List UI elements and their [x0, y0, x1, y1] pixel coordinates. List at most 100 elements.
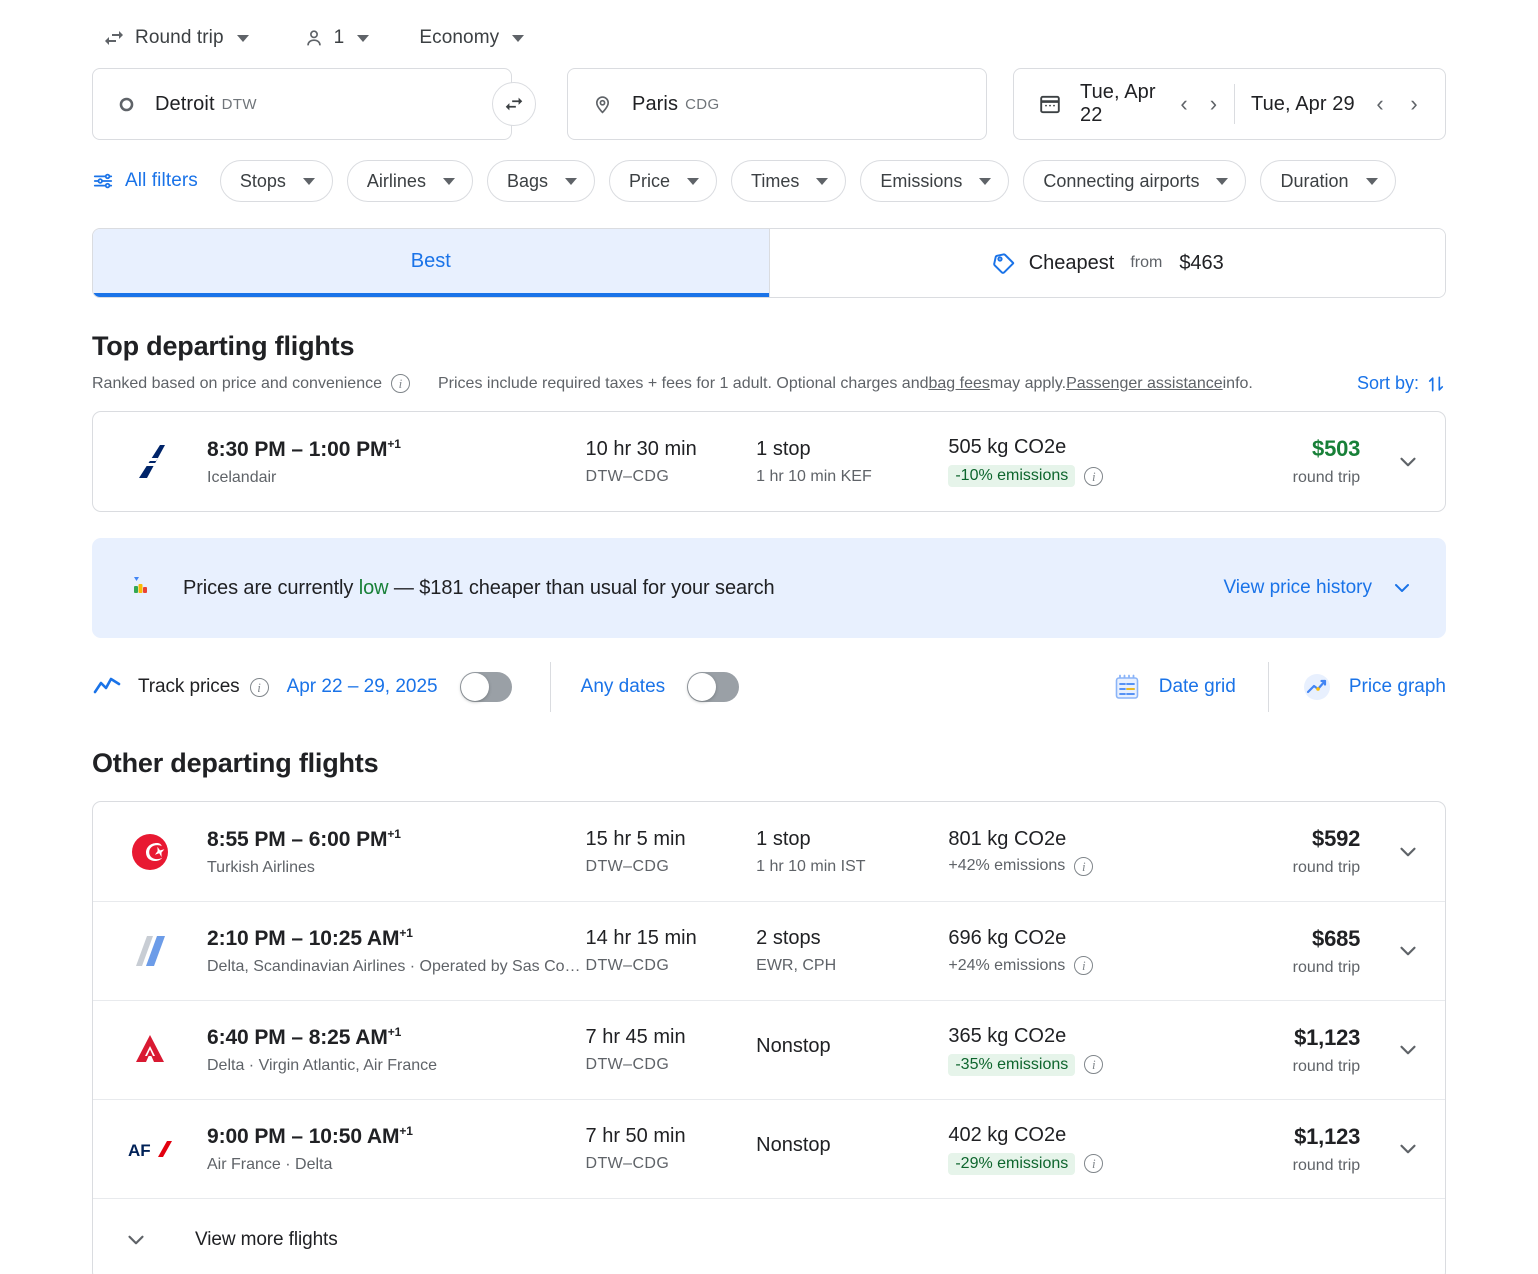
flight-price: $1,123 [1184, 1124, 1361, 1150]
track-prices-toggle[interactable] [460, 672, 512, 702]
track-prices-row: Track prices i Apr 22 – 29, 2025 Any dat… [92, 644, 1446, 730]
cabin-class-selector[interactable]: Economy [409, 18, 534, 58]
other-departing-flights-title: Other departing flights [92, 748, 1446, 779]
banner-text-after: — $181 cheaper than usual for your searc… [388, 577, 774, 599]
flight-duration: 15 hr 5 min [586, 828, 757, 851]
expand-flight-button[interactable] [1360, 839, 1421, 865]
person-icon [303, 27, 325, 49]
flight-stops-block: 1 stop 1 hr 10 min KEF [756, 438, 948, 486]
flight-co2: 801 kg CO2e [948, 828, 1183, 851]
filter-chip-times[interactable]: Times [731, 160, 846, 202]
chevron-down-icon [1390, 576, 1414, 600]
price-insight-banner: Prices are currently low — $181 cheaper … [92, 538, 1446, 638]
flight-times-block: 6:40 PM – 8:25 AM+1 Delta · Virgin Atlan… [207, 1025, 586, 1075]
flight-times: 9:00 PM – 10:50 AM [207, 1125, 399, 1148]
filter-chip-stops[interactable]: Stops [220, 160, 333, 202]
info-icon[interactable]: i [391, 374, 410, 393]
view-more-flights-button[interactable]: View more flights [93, 1198, 1445, 1274]
origin-city: Detroit [155, 93, 215, 116]
top-flights-card: 8:30 PM – 1:00 PM+1 Icelandair 10 hr 30 … [92, 411, 1446, 512]
flight-row[interactable]: AF 9:00 PM – 10:50 AM+1 Air France · Del… [93, 1099, 1445, 1198]
flight-times-block: 8:55 PM – 6:00 PM+1 Turkish Airlines [207, 827, 586, 877]
price-graph-button[interactable]: Price graph [1301, 671, 1446, 703]
destination-input[interactable]: Paris CDG [567, 68, 987, 140]
flight-row[interactable]: 8:55 PM – 6:00 PM+1 Turkish Airlines 15 … [93, 802, 1445, 901]
tab-best[interactable]: Best [93, 229, 769, 297]
circle-origin-icon [117, 95, 136, 114]
any-dates-label[interactable]: Any dates [581, 676, 666, 698]
flight-stops: Nonstop [756, 1134, 948, 1157]
track-prices-label: Track prices [138, 676, 240, 698]
bag-fees-link[interactable]: bag fees [929, 375, 990, 393]
price-graph-label: Price graph [1349, 676, 1446, 698]
departure-date: Tue, Apr 22 [1080, 81, 1169, 127]
info-icon[interactable]: i [1084, 467, 1103, 486]
return-date-segment[interactable]: Tue, Apr 29 ‹ › [1241, 87, 1431, 121]
flight-airline: Turkish Airlines [207, 859, 586, 877]
info-icon[interactable]: i [250, 678, 269, 697]
passenger-assistance-link[interactable]: Passenger assistance [1066, 375, 1223, 393]
filter-chip-connecting-airports[interactable]: Connecting airports [1023, 160, 1246, 202]
view-price-history-label: View price history [1223, 577, 1372, 599]
trip-type-selector[interactable]: Round trip [92, 18, 259, 58]
flight-route: DTW–CDG [586, 858, 757, 876]
ranked-note: Ranked based on price and convenience [92, 375, 382, 393]
info-icon[interactable]: i [1084, 1154, 1103, 1173]
track-prices-dates[interactable]: Apr 22 – 29, 2025 [287, 676, 438, 698]
flight-price-note: round trip [1184, 1058, 1361, 1076]
return-next-day-button[interactable]: › [1397, 87, 1431, 121]
location-pin-icon [592, 94, 613, 115]
flight-row[interactable]: 2:10 PM – 10:25 AM+1 Delta, Scandinavian… [93, 901, 1445, 1000]
any-dates-toggle[interactable] [687, 672, 739, 702]
flight-times-block: 9:00 PM – 10:50 AM+1 Air France · Delta [207, 1124, 586, 1174]
date-grid-button[interactable]: Date grid [1111, 671, 1236, 703]
chevron-down-icon [1395, 1136, 1421, 1162]
all-filters-button[interactable]: All filters [92, 170, 206, 192]
filter-chip-row: All filters Stops Airlines Bags Price Ti… [92, 160, 1446, 202]
flight-price-note: round trip [1184, 469, 1361, 487]
flight-price: $592 [1184, 826, 1361, 852]
flight-row[interactable]: 6:40 PM – 8:25 AM+1 Delta · Virgin Atlan… [93, 1000, 1445, 1099]
swap-locations-button[interactable] [492, 82, 536, 126]
filter-chip-label: Bags [507, 171, 548, 192]
filter-chip-emissions[interactable]: Emissions [860, 160, 1009, 202]
info-icon[interactable]: i [1084, 1055, 1103, 1074]
sort-by-button[interactable]: Sort by: [1357, 373, 1446, 394]
passenger-selector[interactable]: 1 [293, 18, 380, 58]
flight-emissions-block: 696 kg CO2e +24% emissions i [948, 927, 1183, 975]
all-filters-label: All filters [125, 170, 198, 192]
info-icon[interactable]: i [1074, 956, 1093, 975]
flight-duration: 7 hr 50 min [586, 1125, 757, 1148]
info-icon[interactable]: i [1074, 857, 1093, 876]
filter-chip-price[interactable]: Price [609, 160, 717, 202]
passenger-count: 1 [334, 27, 345, 49]
view-price-history-button[interactable]: View price history [1223, 576, 1414, 600]
flight-price-note: round trip [1184, 959, 1361, 977]
toggle-knob [688, 673, 716, 701]
chevron-down-icon [687, 178, 699, 185]
tab-cheapest[interactable]: Cheapest from $463 [770, 229, 1446, 297]
flight-emissions-badge: -29% emissions [948, 1153, 1075, 1175]
filter-chip-bags[interactable]: Bags [487, 160, 595, 202]
toggle-knob [461, 673, 489, 701]
filter-chip-airlines[interactable]: Airlines [347, 160, 473, 202]
origin-input[interactable]: Detroit DTW [92, 68, 512, 140]
flight-row[interactable]: 8:30 PM – 1:00 PM+1 Icelandair 10 hr 30 … [93, 412, 1445, 511]
filter-chip-label: Connecting airports [1043, 171, 1199, 192]
flight-stops-block: Nonstop [756, 1035, 948, 1065]
filter-chip-duration[interactable]: Duration [1260, 160, 1395, 202]
expand-flight-button[interactable] [1360, 449, 1421, 475]
flight-stops: 1 stop [756, 438, 948, 461]
departure-prev-day-button[interactable]: ‹ [1169, 87, 1198, 121]
expand-flight-button[interactable] [1360, 1037, 1421, 1063]
expand-flight-button[interactable] [1360, 1136, 1421, 1162]
return-prev-day-button[interactable]: ‹ [1363, 87, 1397, 121]
flight-airline: Delta · Virgin Atlantic, Air France [207, 1057, 586, 1075]
departure-date-segment[interactable]: Tue, Apr 22 ‹ › [1038, 81, 1228, 127]
date-range-field[interactable]: Tue, Apr 22 ‹ › Tue, Apr 29 ‹ › [1013, 68, 1446, 140]
chevron-down-icon [512, 35, 524, 42]
day-offset: +1 [399, 1124, 412, 1138]
expand-flight-button[interactable] [1360, 938, 1421, 964]
departure-next-day-button[interactable]: › [1199, 87, 1228, 121]
flight-price-block: $503 round trip [1184, 436, 1361, 487]
